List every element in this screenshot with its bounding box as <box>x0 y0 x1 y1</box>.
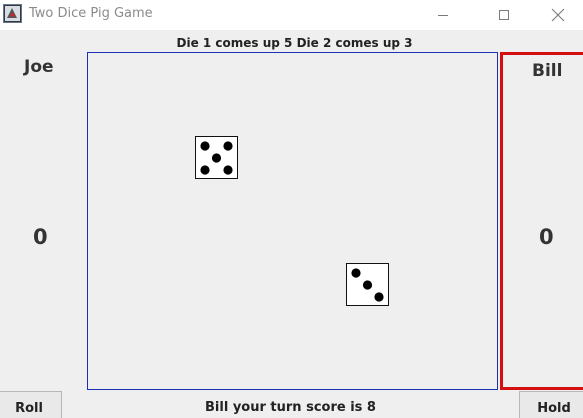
maximize-icon <box>499 10 509 20</box>
die-pip <box>374 292 384 302</box>
dice-board <box>87 52 498 390</box>
player-2-score: 0 <box>539 225 554 249</box>
minimize-button[interactable] <box>414 0 472 30</box>
dice-result-message: Die 1 comes up 5 Die 2 comes up 3 <box>176 36 413 50</box>
window-title: Two Dice Pig Game <box>29 6 153 21</box>
app-icon <box>3 4 22 23</box>
roll-button[interactable]: Roll <box>0 391 62 418</box>
close-button[interactable] <box>533 0 583 30</box>
die-pip <box>200 141 210 151</box>
die-pip <box>223 165 233 175</box>
player-1-score: 0 <box>33 225 48 249</box>
player-1-name: Joe <box>24 57 54 77</box>
active-player-panel <box>500 52 583 390</box>
close-icon <box>551 8 565 22</box>
turn-score-message: Bill your turn score is 8 <box>205 400 376 415</box>
die-1 <box>195 136 238 179</box>
die-pip <box>211 153 222 163</box>
die-pip <box>223 141 233 151</box>
game-window: Two Dice Pig Game Die 1 comes up 5 Die 2… <box>0 0 583 418</box>
maximize-button[interactable] <box>475 0 533 30</box>
minimize-icon <box>438 15 448 16</box>
hold-button[interactable]: Hold <box>519 391 583 418</box>
title-bar: Two Dice Pig Game <box>0 0 583 30</box>
die-pip <box>200 165 210 175</box>
player-2-name: Bill <box>532 61 563 81</box>
die-2 <box>346 263 389 306</box>
die-pip <box>362 280 373 290</box>
die-pip <box>351 268 361 278</box>
